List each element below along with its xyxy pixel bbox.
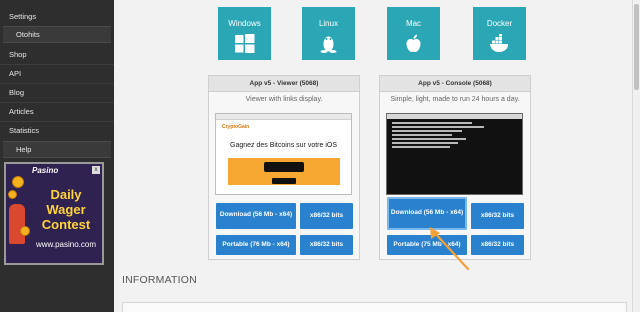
console-line <box>392 126 484 128</box>
ad-banner[interactable]: Pasino x Daily Wager Contest www.pasino.… <box>4 162 104 265</box>
mascot-icon <box>9 204 25 244</box>
sidebar-item-articles[interactable]: Articles <box>0 103 114 121</box>
ad-headline-3: Contest <box>41 217 91 232</box>
sidebar-item-statistics[interactable]: Statistics <box>0 122 114 140</box>
sidebar: Settings Otohits Shop API Blog Articles … <box>0 0 114 312</box>
info-content-box <box>122 302 627 312</box>
sidebar-item-blog[interactable]: Blog <box>0 84 114 102</box>
panel-description: Viewer with links display. <box>245 96 323 103</box>
scrollbar-thumb[interactable] <box>634 4 639 90</box>
os-tile-label: Linux <box>318 19 339 28</box>
screenshot-logo: CryptoGain <box>222 124 250 130</box>
viewer-x86-button[interactable]: x86/32 bits <box>300 203 353 229</box>
screenshot-headline: Gagnez des Bitcoins sur votre iOS <box>230 142 337 149</box>
console-line <box>392 142 458 144</box>
os-tile-label: Windows <box>228 19 261 28</box>
sidebar-item-api[interactable]: API <box>0 65 114 83</box>
console-line <box>392 138 466 140</box>
annotation-arrow-icon <box>430 227 470 271</box>
section-heading: INFORMATION <box>122 274 197 286</box>
docker-icon <box>490 34 509 52</box>
os-tile-label: Docker <box>486 19 513 28</box>
os-tile-linux[interactable]: Linux <box>302 7 355 60</box>
console-screenshot <box>386 113 523 195</box>
panel-description: Simple, light, made to run 24 hours a da… <box>390 96 520 103</box>
viewer-portable-x86-button[interactable]: x86/32 bits <box>300 235 353 255</box>
viewer-portable-button[interactable]: Portable (76 Mb - x64) <box>216 235 296 255</box>
apple-icon <box>406 34 421 53</box>
sidebar-item-help[interactable]: Help <box>3 141 111 158</box>
console-line <box>392 146 450 148</box>
ad-brand: Pasino <box>32 166 59 175</box>
ad-headline-2: Wager <box>46 202 86 217</box>
console-line <box>392 122 472 124</box>
os-tile-label: Mac <box>405 19 422 28</box>
sidebar-item-partial[interactable] <box>0 0 114 2</box>
viewer-screenshot: CryptoGain Gagnez des Bitcoins sur votre… <box>215 113 352 195</box>
panel-title: App v5 - Console (5068) <box>380 76 530 92</box>
ad-close-icon[interactable]: x <box>92 166 100 174</box>
console-line <box>392 130 462 132</box>
scrollbar[interactable] <box>632 0 640 312</box>
coin-icon <box>12 176 24 188</box>
os-tile-mac[interactable]: Mac <box>387 7 440 60</box>
ad-headline-1: Daily <box>50 187 82 202</box>
windows-icon <box>235 34 255 53</box>
coin-icon <box>8 190 17 199</box>
os-tile-docker[interactable]: Docker <box>473 7 526 60</box>
viewer-download-button[interactable]: Download (56 Mb - x64) <box>216 203 296 229</box>
sidebar-item-settings[interactable]: Settings <box>0 8 114 26</box>
sidebar-item-otohits[interactable]: Otohits <box>3 26 111 43</box>
viewer-panel: App v5 - Viewer (5068) Viewer with links… <box>208 75 360 260</box>
window-titlebar <box>216 114 351 120</box>
os-tile-windows[interactable]: Windows <box>218 7 271 60</box>
linux-icon <box>320 36 337 53</box>
phone-icon <box>264 162 304 172</box>
sidebar-item-shop[interactable]: Shop <box>0 46 114 64</box>
panel-title: App v5 - Viewer (5068) <box>209 76 359 92</box>
console-line <box>392 134 452 136</box>
window-titlebar <box>387 114 522 119</box>
app-store-badge-icon <box>272 178 296 184</box>
ad-url: www.pasino.com <box>35 240 97 249</box>
